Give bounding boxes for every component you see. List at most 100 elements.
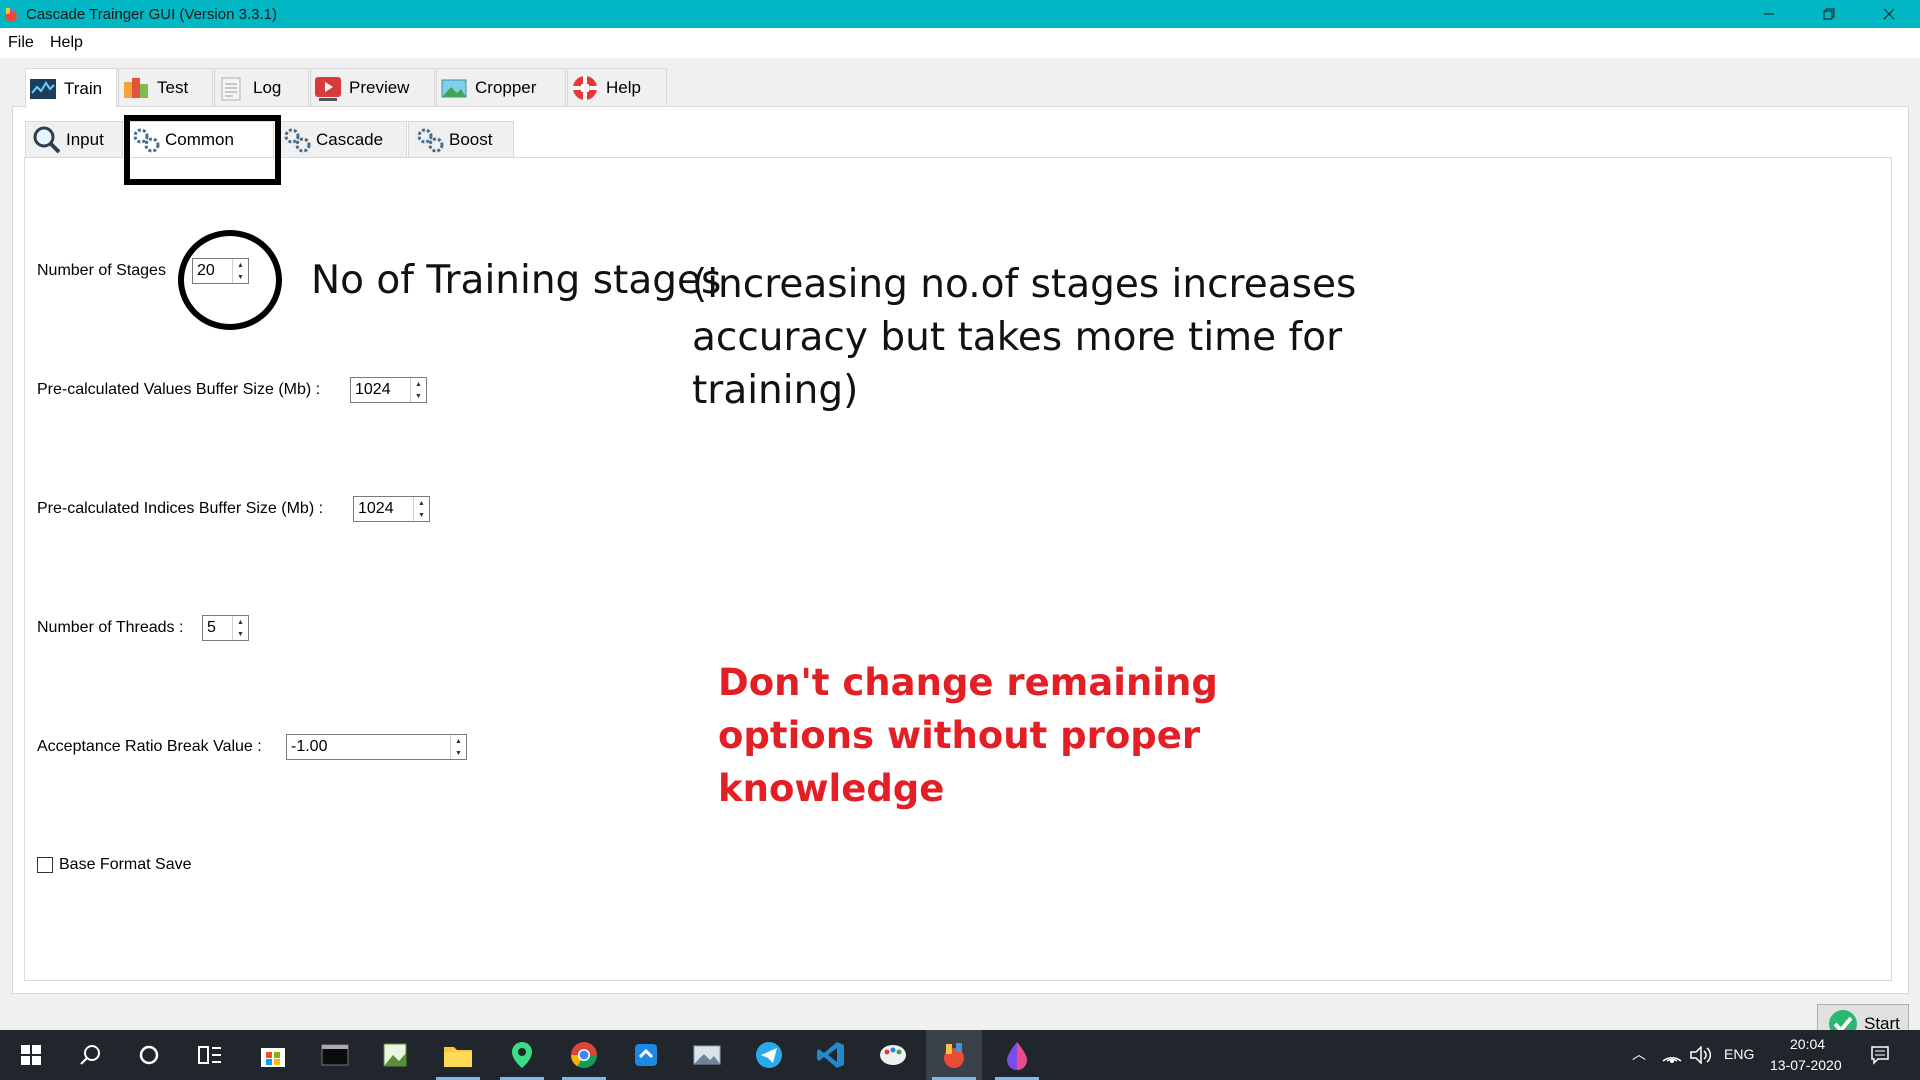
tab-train-label: Train	[64, 78, 103, 98]
gears-icon	[284, 128, 311, 152]
preview-play-icon	[315, 76, 341, 101]
cropper-image-icon	[441, 79, 467, 97]
cortana-icon[interactable]	[121, 1030, 177, 1080]
values-buffer-value[interactable]: 1024	[351, 378, 410, 402]
values-buffer-spinbox[interactable]: 1024 ▲ ▼	[350, 377, 427, 403]
menu-bar: File Help	[0, 28, 1920, 58]
vscode-icon[interactable]	[803, 1030, 859, 1080]
file-explorer-icon[interactable]	[430, 1030, 486, 1080]
threads-label: Number of Threads :	[37, 619, 184, 636]
app-icon	[5, 7, 17, 22]
tab-test-label: Test	[157, 77, 189, 97]
clock-date[interactable]: 13-07-2020	[1770, 1057, 1842, 1073]
acceptance-spin-arrows[interactable]: ▲ ▼	[450, 735, 466, 759]
minimize-button[interactable]	[1740, 0, 1798, 28]
paint-icon[interactable]	[865, 1030, 921, 1080]
start-icon[interactable]	[3, 1030, 59, 1080]
threads-spinbox[interactable]: 5 ▲ ▼	[202, 615, 249, 641]
annotation-warning-line3: knowledge	[718, 767, 945, 810]
wifi-icon[interactable]	[1662, 1046, 1682, 1064]
spin-up-icon[interactable]: ▲	[233, 616, 248, 628]
tab-train[interactable]: Train	[25, 68, 117, 108]
color-drop-icon[interactable]	[989, 1030, 1045, 1080]
base-format-save-label: Base Format Save	[59, 856, 192, 873]
store-icon[interactable]	[245, 1030, 301, 1080]
annotation-highlight-circle	[178, 230, 282, 330]
acceptance-label: Acceptance Ratio Break Value :	[37, 738, 262, 755]
acceptance-spinbox[interactable]: -1.00 ▲ ▼	[286, 734, 467, 760]
sync-icon[interactable]	[618, 1030, 674, 1080]
notification-icon[interactable]	[1870, 1045, 1890, 1065]
train-chart-icon	[30, 78, 56, 99]
restore-icon	[1823, 8, 1835, 20]
indices-buffer-spin-arrows[interactable]: ▲ ▼	[413, 497, 429, 521]
tab-input-label: Input	[66, 129, 104, 149]
chrome-icon[interactable]	[556, 1030, 612, 1080]
tab-input[interactable]: Input	[25, 121, 123, 157]
search-icon[interactable]	[62, 1030, 118, 1080]
tab-help-label: Help	[606, 77, 641, 97]
indices-buffer-spinbox[interactable]: 1024 ▲ ▼	[353, 496, 430, 522]
log-document-icon	[221, 77, 241, 100]
spin-down-icon[interactable]: ▼	[233, 628, 248, 640]
photos-icon[interactable]	[679, 1030, 735, 1080]
tab-help[interactable]: Help	[567, 68, 667, 106]
gears-icon	[417, 128, 444, 152]
annotation-training-stages: No of Training stages	[311, 258, 722, 303]
menu-file[interactable]: File	[8, 34, 34, 52]
title-bar: Cascade Trainger GUI (Version 3.3.1)	[0, 0, 1920, 28]
tab-boost-label: Boost	[449, 129, 493, 149]
tab-cropper-label: Cropper	[475, 77, 537, 97]
threads-value[interactable]: 5	[203, 616, 232, 640]
annotation-note-line1: (increasing no.of stages increases	[692, 262, 1357, 307]
base-format-save-checkbox[interactable]	[37, 857, 53, 873]
tab-preview[interactable]: Preview	[310, 68, 435, 106]
tab-cascade-label: Cascade	[316, 129, 384, 149]
spin-up-icon[interactable]: ▲	[411, 378, 426, 390]
image-editor-icon[interactable]	[367, 1030, 423, 1080]
terminal-icon[interactable]	[307, 1030, 363, 1080]
spin-down-icon[interactable]: ▼	[414, 509, 429, 521]
tray-chevron-icon[interactable]: ︿	[1632, 1044, 1646, 1064]
window-title: Cascade Trainger GUI (Version 3.3.1)	[26, 6, 277, 23]
help-lifebuoy-icon	[573, 75, 597, 100]
indices-buffer-label: Pre-calculated Indices Buffer Size (Mb) …	[37, 500, 324, 517]
cascade-trainer-icon[interactable]	[926, 1030, 982, 1080]
annotation-warning-line1: Don't change remaining	[718, 661, 1218, 704]
spin-up-icon[interactable]: ▲	[451, 735, 466, 747]
minimize-icon	[1764, 13, 1774, 15]
taskbar: ︿ ENG 20:04 13-07-2020	[0, 1030, 1920, 1080]
close-button[interactable]	[1860, 0, 1918, 28]
tab-cropper[interactable]: Cropper	[436, 68, 566, 106]
acceptance-value[interactable]: -1.00	[287, 735, 450, 759]
magnifier-icon	[33, 126, 61, 153]
telegram-icon[interactable]	[741, 1030, 797, 1080]
tab-log-label: Log	[253, 77, 282, 97]
spin-up-icon[interactable]: ▲	[414, 497, 429, 509]
threads-spin-arrows[interactable]: ▲ ▼	[232, 616, 248, 640]
maps-icon[interactable]	[494, 1030, 550, 1080]
volume-icon[interactable]	[1690, 1046, 1712, 1064]
language-indicator[interactable]: ENG	[1724, 1046, 1754, 1062]
annotation-note-line2: accuracy but takes more time for	[692, 315, 1343, 360]
close-icon	[1883, 8, 1895, 20]
values-buffer-label: Pre-calculated Values Buffer Size (Mb) :	[37, 381, 321, 398]
tab-boost[interactable]: Boost	[408, 121, 514, 157]
spin-down-icon[interactable]: ▼	[411, 390, 426, 402]
menu-help[interactable]: Help	[50, 34, 83, 52]
stages-label: Number of Stages	[37, 262, 166, 279]
tab-log[interactable]: Log	[214, 68, 309, 106]
tab-cascade[interactable]: Cascade	[275, 121, 407, 157]
tab-preview-label: Preview	[349, 77, 410, 97]
annotation-highlight-box	[124, 115, 281, 185]
values-buffer-spin-arrows[interactable]: ▲ ▼	[410, 378, 426, 402]
annotation-note-line3: training)	[692, 368, 859, 413]
spin-down-icon[interactable]: ▼	[451, 747, 466, 759]
restore-button[interactable]	[1800, 0, 1858, 28]
annotation-warning-line2: options without proper	[718, 714, 1201, 757]
tab-test[interactable]: Test	[118, 68, 213, 106]
task-view-icon[interactable]	[182, 1030, 238, 1080]
test-cubes-icon	[124, 77, 148, 98]
indices-buffer-value[interactable]: 1024	[354, 497, 413, 521]
clock-time[interactable]: 20:04	[1790, 1036, 1825, 1052]
